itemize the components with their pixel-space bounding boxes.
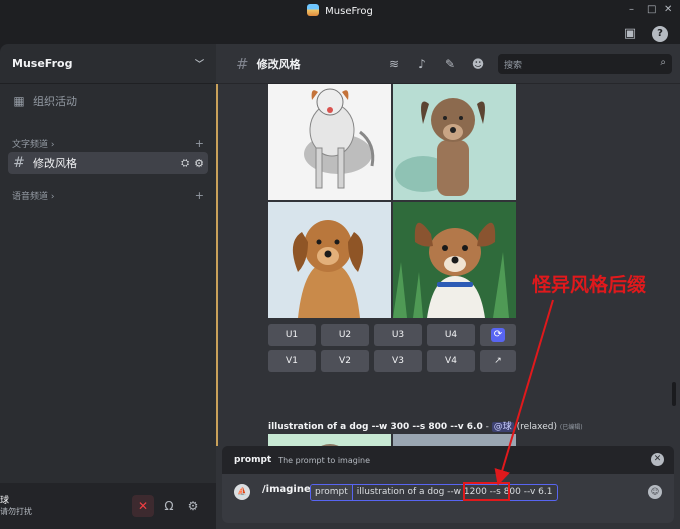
gear-icon[interactable]: ⚙: [194, 157, 204, 170]
server-name: MuseFrog: [12, 57, 73, 70]
events-label: 组织活动: [33, 95, 77, 108]
sidebar-item-events[interactable]: ▦ 组织活动: [8, 90, 208, 112]
bell-icon[interactable]: ♪: [414, 56, 430, 72]
hashtag-icon: #: [236, 54, 249, 73]
pin-icon[interactable]: ✎: [442, 56, 458, 72]
voice-channel-category[interactable]: 语音频道 › +: [12, 189, 204, 202]
server-header[interactable]: MuseFrog ﹀: [0, 44, 216, 84]
highlight-bar: [216, 84, 218, 446]
members-icon[interactable]: ☻: [470, 56, 486, 72]
option-description: The prompt to imagine: [278, 455, 371, 465]
threads-icon[interactable]: ≋: [386, 56, 402, 72]
message-input[interactable]: ⛵ /imagine prompt illustration of a dog …: [222, 474, 674, 523]
command-option-header: prompt The prompt to imagine ✕: [222, 446, 674, 474]
search-input[interactable]: 搜索 ⌕: [498, 54, 672, 74]
parameter-name: prompt: [311, 485, 353, 500]
musefrog-logo-icon: [307, 4, 320, 16]
inbox-icon[interactable]: ▣: [622, 26, 638, 42]
help-icon[interactable]: ?: [652, 26, 668, 42]
search-icon: ⌕: [660, 57, 666, 68]
generated-image-3[interactable]: [268, 202, 391, 318]
text-channel-category[interactable]: 文字频道 › +: [12, 137, 204, 150]
generated-image-5[interactable]: [268, 434, 391, 446]
u1-button[interactable]: U1: [268, 324, 316, 346]
search-placeholder: 搜索: [504, 61, 523, 71]
image-grid[interactable]: [268, 84, 516, 318]
option-name: prompt: [234, 455, 272, 465]
hashtag-icon: #: [13, 155, 25, 171]
chevron-right-icon: ›: [50, 140, 55, 150]
u3-button[interactable]: U3: [374, 324, 422, 346]
v1-button[interactable]: V1: [268, 350, 316, 372]
user-status: 请勿打扰: [0, 507, 32, 516]
generated-image-1[interactable]: [268, 84, 391, 200]
title-bar: MuseFrog – □ ✕: [0, 0, 680, 22]
add-channel-icon[interactable]: +: [195, 189, 204, 202]
scrollbar-thumb[interactable]: [672, 382, 676, 406]
voice-category-label: 语音频道: [12, 192, 49, 202]
add-channel-icon[interactable]: +: [195, 137, 204, 150]
v3-button[interactable]: V3: [374, 350, 422, 372]
bot-avatar-icon: ⛵: [234, 484, 250, 500]
u2-button[interactable]: U2: [321, 324, 369, 346]
maximize-icon[interactable]: □: [647, 4, 656, 15]
annotation-highlight-box: [463, 482, 510, 501]
headphones-icon[interactable]: Ω: [158, 495, 180, 517]
generated-image-6[interactable]: [393, 434, 516, 446]
prompt-parameter[interactable]: prompt illustration of a dog --w 1200 --…: [310, 484, 558, 501]
upscale-button-row: U1 U2 U3 U4 ⟳: [268, 324, 516, 346]
app-title: MuseFrog: [0, 4, 680, 17]
prompt-input[interactable]: illustration of a dog --w 1200 --s 800 -…: [353, 485, 557, 500]
u4-button[interactable]: U4: [427, 324, 475, 346]
generated-image-2[interactable]: [393, 84, 516, 200]
message-list: U1 U2 U3 U4 ⟳ V1 V2 V3 V4 ↗ illustration…: [216, 84, 680, 446]
refresh-icon: ⟳: [491, 327, 505, 342]
close-icon[interactable]: ✕: [651, 453, 664, 466]
web-button[interactable]: ↗: [480, 350, 516, 372]
variation-button-row: V1 V2 V3 V4 ↗: [268, 350, 516, 372]
slash-command-panel: prompt The prompt to imagine ✕ ⛵ /imagin…: [222, 446, 674, 523]
open-link-icon: ↗: [494, 356, 502, 366]
slash-command: /imagine: [262, 484, 311, 495]
active-channel-label: 修改风格: [33, 157, 77, 170]
gear-icon[interactable]: ⚙: [182, 495, 204, 517]
add-member-icon[interactable]: ⛭: [181, 158, 189, 169]
toolbar-row: [0, 22, 680, 44]
sidebar-item-active-channel[interactable]: # 修改风格 ⛭ ⚙: [8, 152, 208, 174]
emoji-icon[interactable]: ☺: [648, 485, 662, 499]
muted-mic-icon[interactable]: ✕: [132, 495, 154, 517]
chevron-right-icon: ›: [50, 192, 55, 202]
text-category-label: 文字频道: [12, 140, 49, 150]
user-name: 球: [0, 496, 10, 506]
v2-button[interactable]: V2: [321, 350, 369, 372]
chevron-down-icon: ﹀: [194, 60, 204, 70]
calendar-icon: ▦: [13, 94, 25, 108]
channel-sidebar: MuseFrog ﹀ ▦ 组织活动 文字频道 › + # 修改风格 ⛭ ⚙ 语音…: [0, 44, 216, 529]
generated-image-4[interactable]: [393, 202, 516, 318]
close-icon[interactable]: ✕: [664, 4, 672, 15]
channel-title: 修改风格: [256, 57, 301, 71]
message-caption: illustration of a dog --w 300 --s 800 --…: [268, 419, 583, 432]
reroll-button[interactable]: ⟳: [480, 324, 516, 346]
annotation-label: 怪异风格后缀: [532, 274, 647, 296]
user-mention[interactable]: @球: [491, 422, 514, 432]
app-title-text: MuseFrog: [325, 6, 373, 17]
user-panel: 球 请勿打扰 ✕ Ω ⚙: [0, 483, 216, 529]
message-separator: -: [482, 422, 492, 432]
message-prompt: illustration of a dog --w 300 --s 800 --…: [268, 422, 483, 432]
message-mode: (relaxed): [516, 422, 557, 432]
edited-tag: (已编辑): [559, 424, 583, 431]
minimize-icon[interactable]: –: [629, 4, 634, 15]
v4-button[interactable]: V4: [427, 350, 475, 372]
